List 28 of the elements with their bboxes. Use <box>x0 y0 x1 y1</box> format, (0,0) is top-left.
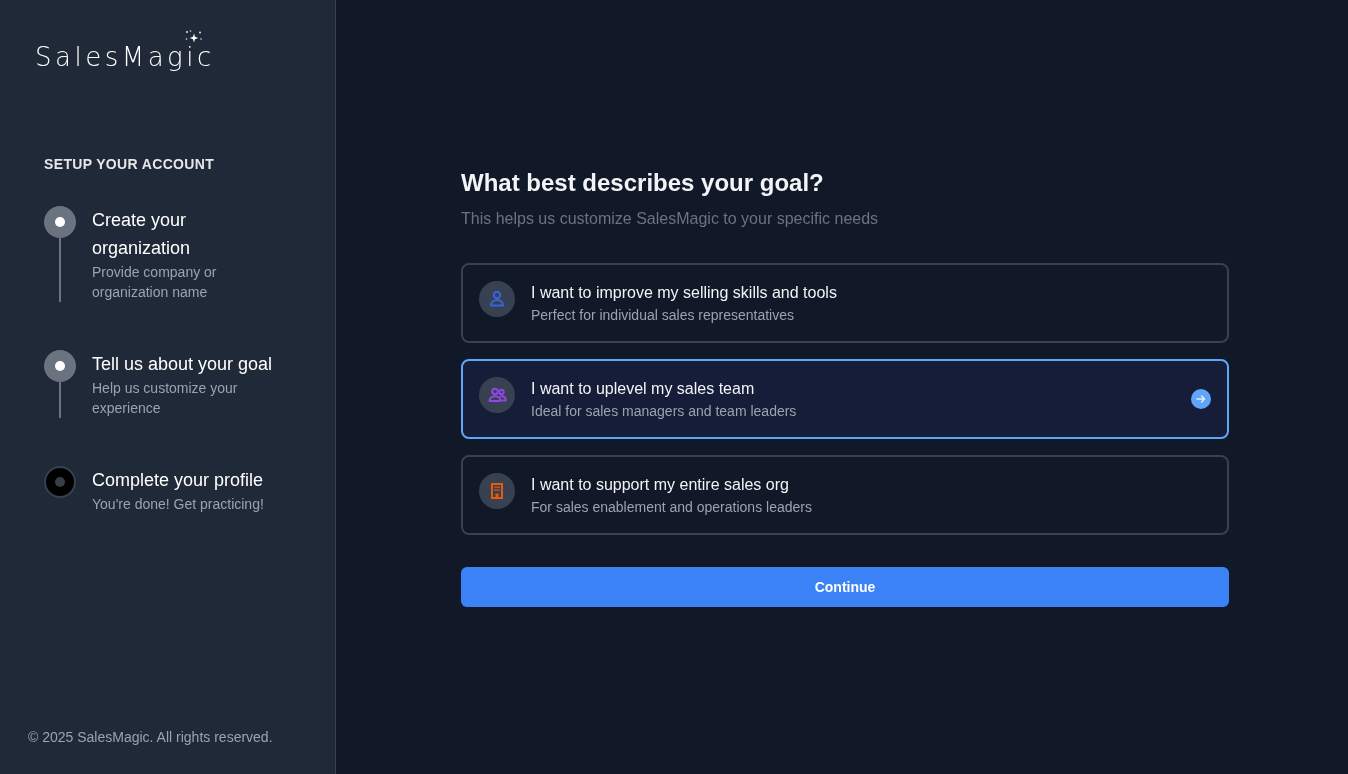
arrow-right-icon <box>1191 389 1211 409</box>
goal-option-card[interactable]: I want to improve my selling skills and tools Perfect for individual sales representatives <box>461 263 1229 343</box>
step-title: Tell us about your goal <box>92 353 273 376</box>
step-description: Help us customize your experience <box>92 379 239 418</box>
step-description: Provide company or organization name <box>92 263 218 302</box>
option-description: Ideal for sales managers and team leaders <box>531 402 797 421</box>
step-description: You're done! Get practicing! <box>92 495 264 514</box>
copyright-text: © 2025 SalesMagic. All rights reserved. <box>28 728 273 747</box>
step-title: Create your organization <box>92 209 192 260</box>
section-title: SETUP YOUR ACCOUNT <box>44 155 215 174</box>
option-title: I want to improve my selling skills and tools <box>531 283 837 303</box>
step-connector <box>59 238 61 302</box>
building-icon <box>479 473 515 509</box>
goal-option-card[interactable]: I want to uplevel my sales team Ideal for sales managers and team leaders <box>461 359 1229 439</box>
option-description: Perfect for individual sales representatives <box>531 306 795 325</box>
continue-button[interactable]: Continue <box>461 567 1229 607</box>
two-people-icon <box>479 377 515 413</box>
option-description: For sales enablement and operations leaders <box>531 498 812 517</box>
person-icon <box>479 281 515 317</box>
option-title: I want to support my entire sales org <box>531 475 789 495</box>
page-subtitle: This helps us customize SalesMagic to your specific needs <box>461 209 879 229</box>
step-connector <box>59 382 61 418</box>
option-title: I want to uplevel my sales team <box>531 379 755 399</box>
sparkle-icon <box>184 30 202 44</box>
goal-option-card[interactable]: I want to support my entire sales org For sales enablement and operations leaders <box>461 455 1229 535</box>
page-heading: What best describes your goal? <box>461 168 824 198</box>
step-title: Complete your profile <box>92 469 264 492</box>
logo-text: SalesMagic <box>35 44 215 70</box>
